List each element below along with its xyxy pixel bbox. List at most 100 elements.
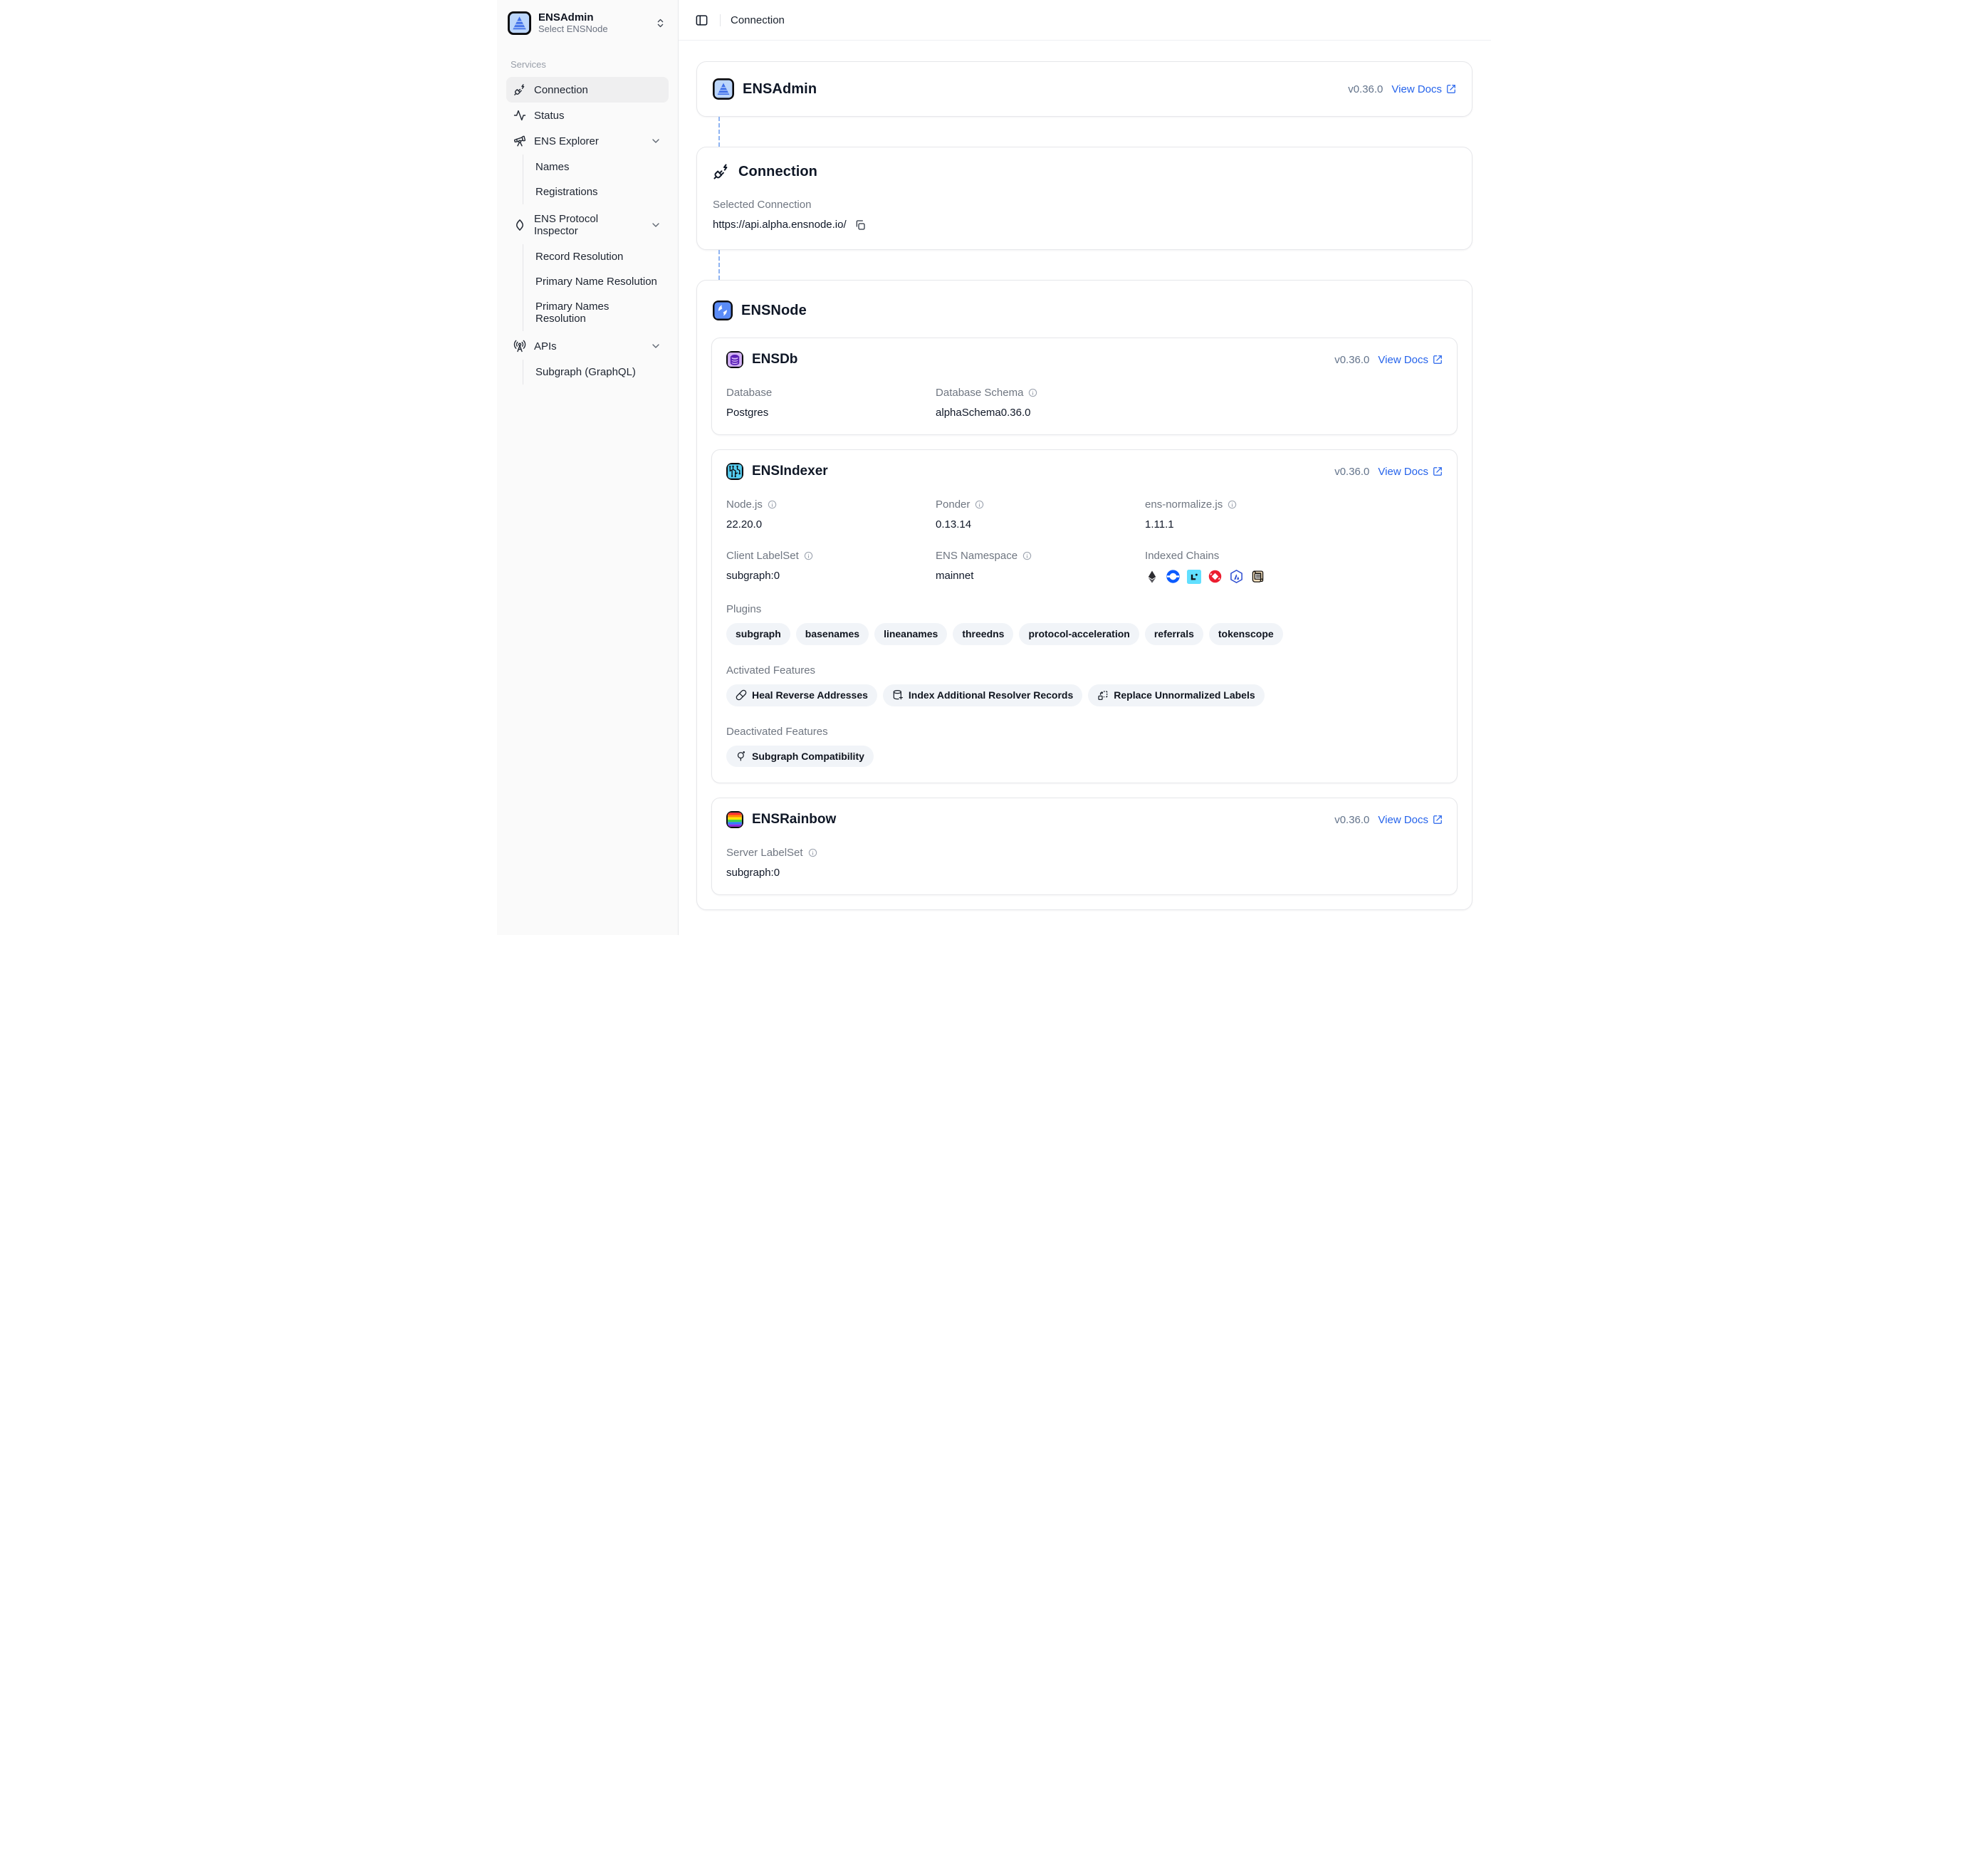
view-docs-link[interactable]: View Docs: [1378, 814, 1443, 826]
card-title: ENSAdmin: [743, 81, 817, 98]
sidebar-item-names[interactable]: Names: [523, 155, 669, 179]
ensrainbow-card: ENSRainbow v0.36.0 View Docs Server Labe…: [711, 798, 1458, 895]
field-label: ens-normalize.js: [1145, 498, 1223, 511]
ens-diamond-icon: [513, 219, 526, 231]
feature-label: Replace Unnormalized Labels: [1114, 689, 1255, 701]
view-docs-label: View Docs: [1391, 83, 1442, 95]
view-docs-link[interactable]: View Docs: [1378, 354, 1443, 366]
ensnode-logo: [713, 301, 733, 320]
activated-features-label: Activated Features: [726, 664, 1443, 677]
sidebar-item-subgraph-graphql[interactable]: Subgraph (GraphQL): [523, 360, 669, 385]
feature-badge: Index Additional Resolver Records: [883, 684, 1082, 706]
ensrainbow-logo: [726, 811, 743, 828]
plug-zap-icon: [713, 163, 730, 180]
plugin-badge: protocol-acceleration: [1019, 623, 1139, 645]
card-title: ENSIndexer: [752, 464, 828, 479]
connection-url-row: https://api.alpha.ensnode.io/: [713, 219, 1456, 231]
card-title: Connection: [738, 164, 817, 180]
info-icon[interactable]: [975, 500, 984, 509]
ensdb-card: ENSDb v0.36.0 View Docs Database Postgre…: [711, 338, 1458, 435]
copy-url-button[interactable]: [854, 219, 866, 231]
telescope-icon: [513, 135, 526, 147]
field-label: Server LabelSet: [726, 847, 803, 859]
view-docs-label: View Docs: [1378, 354, 1428, 366]
protocol-inspector-children: Record Resolution Primary Name Resolutio…: [523, 244, 669, 331]
field-server-labelset: Server LabelSet subgraph:0: [726, 847, 1443, 879]
feature-badge: Replace Unnormalized Labels: [1088, 684, 1264, 706]
copy-icon: [854, 219, 866, 231]
chevron-down-icon: [650, 219, 661, 231]
sidebar-item-ens-protocol-inspector[interactable]: ENS Protocol Inspector: [506, 207, 669, 244]
sidebar-item-record-resolution[interactable]: Record Resolution: [523, 244, 669, 269]
topbar-divider: [720, 14, 721, 26]
plugin-badge: subgraph: [726, 623, 790, 645]
sidebar-item-registrations[interactable]: Registrations: [523, 179, 669, 204]
info-icon[interactable]: [768, 500, 777, 509]
view-docs-link[interactable]: View Docs: [1378, 466, 1443, 478]
info-icon[interactable]: [1022, 551, 1032, 560]
field-nodejs: Node.js 22.20.0: [726, 498, 936, 531]
sidebar-item-connection[interactable]: Connection: [506, 77, 669, 103]
sidebar-item-label: ENS Explorer: [534, 135, 599, 147]
plugin-badge: threedns: [953, 623, 1013, 645]
sidebar-item-label: ENS Protocol Inspector: [534, 213, 642, 237]
app-subtitle: Select ENSNode: [538, 24, 608, 35]
ensnode-card: ENSNode ENSDb: [696, 280, 1472, 910]
field-value: 22.20.0: [726, 518, 936, 531]
linea-icon: [1187, 570, 1201, 584]
sidebar-item-label: APIs: [534, 340, 557, 352]
panel-left-icon: [695, 14, 708, 27]
ensnode-selector[interactable]: ENSAdmin Select ENSNode: [506, 7, 669, 39]
chevron-down-icon: [650, 135, 661, 147]
version-label: v0.36.0: [1334, 814, 1369, 826]
external-link-icon: [1433, 466, 1443, 476]
content: ENSAdmin v0.36.0 View Docs Connection: [679, 41, 1491, 935]
ensindexer-card: ENSIndexer v0.36.0 View Docs Node.js: [711, 449, 1458, 783]
field-ens-normalize: ens-normalize.js 1.11.1: [1145, 498, 1443, 531]
info-icon[interactable]: [1228, 500, 1237, 509]
sidebar-item-status[interactable]: Status: [506, 103, 669, 128]
sidebar-toggle-button[interactable]: [694, 12, 710, 28]
app-title: ENSAdmin: [538, 11, 608, 23]
database-plus-icon: [892, 689, 904, 701]
info-icon[interactable]: [804, 551, 813, 560]
version-label: v0.36.0: [1334, 466, 1369, 478]
feature-label: Index Additional Resolver Records: [909, 689, 1073, 701]
sidebar-nav: Connection Status ENS Explorer: [506, 77, 669, 385]
external-link-icon: [1433, 815, 1443, 825]
sidebar-item-primary-name-resolution[interactable]: Primary Name Resolution: [523, 269, 669, 294]
activity-icon: [513, 109, 526, 122]
view-docs-link[interactable]: View Docs: [1391, 83, 1456, 95]
info-icon[interactable]: [1028, 388, 1037, 397]
sidebar-item-label: Connection: [534, 84, 588, 96]
sidebar-item-apis[interactable]: APIs: [506, 333, 669, 359]
main-area: Connection ENSAdmin v0.36.0 View Docs: [679, 0, 1491, 935]
field-value: mainnet: [936, 570, 1145, 582]
ethereum-icon: [1145, 570, 1159, 584]
version-label: v0.36.0: [1334, 354, 1369, 366]
pin-dot-icon: [736, 751, 747, 762]
field-value: alphaSchema0.36.0: [936, 407, 1145, 419]
scroll-icon: [1250, 569, 1265, 584]
field-database-schema: Database Schema alphaSchema0.36.0: [936, 387, 1145, 419]
info-icon[interactable]: [808, 848, 817, 857]
field-label: Client LabelSet: [726, 550, 799, 562]
indexed-chains-label: Indexed Chains: [1145, 550, 1443, 562]
plugin-badge: basenames: [796, 623, 869, 645]
connection-card: Connection Selected Connection https://a…: [696, 147, 1472, 250]
ens-explorer-children: Names Registrations: [523, 155, 669, 204]
breadcrumb: Connection: [731, 14, 785, 26]
deactivated-features-row: Subgraph Compatibility: [726, 746, 1443, 768]
sidebar-item-ens-explorer[interactable]: ENS Explorer: [506, 128, 669, 154]
chevron-down-icon: [650, 340, 661, 352]
field-ponder: Ponder 0.13.14: [936, 498, 1145, 531]
plugin-badge: tokenscope: [1209, 623, 1283, 645]
arbitrum-icon: [1229, 569, 1244, 584]
connection-url: https://api.alpha.ensnode.io/: [713, 219, 847, 231]
version-label: v0.36.0: [1348, 83, 1383, 95]
plugins-row: subgraph basenames lineanames threedns p…: [726, 623, 1443, 645]
field-ens-namespace: ENS Namespace mainnet: [936, 550, 1145, 584]
field-label: Ponder: [936, 498, 970, 511]
sidebar-item-primary-names-resolution[interactable]: Primary Names Resolution: [523, 294, 669, 331]
field-database: Database Postgres: [726, 387, 936, 419]
